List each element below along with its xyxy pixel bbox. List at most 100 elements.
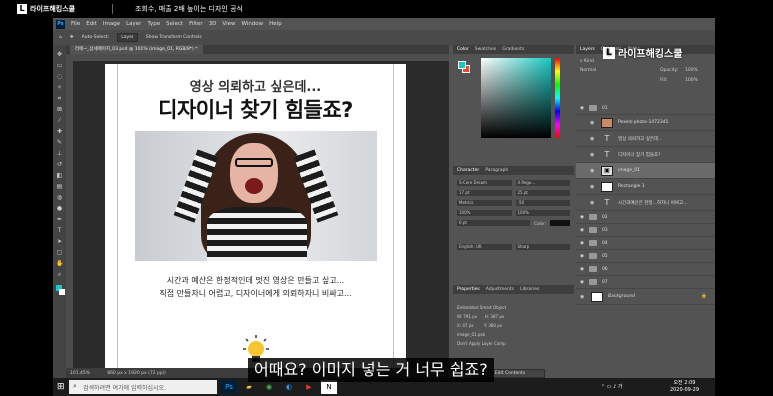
visibility-eye-icon[interactable]: ◉: [580, 228, 584, 233]
tab-libraries[interactable]: Libraries: [520, 287, 539, 292]
document-canvas[interactable]: 영상 의뢰하고 싶은데... 디자이너 찾기 힘들죠? 시간과 예산은 한정적인…: [105, 64, 406, 368]
visibility-eye-icon[interactable]: ◉: [590, 152, 596, 158]
opacity-field[interactable]: 100%: [685, 68, 698, 73]
menu-3d[interactable]: 3D: [209, 21, 217, 27]
tracking-field[interactable]: -50: [515, 200, 570, 206]
zoom-level[interactable]: 101.45%: [70, 371, 90, 376]
hue-slider[interactable]: [555, 58, 560, 138]
eraser-tool-icon[interactable]: ◧: [56, 172, 63, 179]
type-tool-icon[interactable]: T: [56, 227, 63, 234]
brush-tool-icon[interactable]: ✎: [56, 139, 63, 146]
stamp-tool-icon[interactable]: ⊥: [56, 150, 63, 157]
lasso-tool-icon[interactable]: ◌: [56, 73, 63, 80]
taskbar-clock[interactable]: 오전 2:09 2020-09-29: [670, 380, 699, 394]
layer-item[interactable]: ◉ Rectangle 1: [576, 179, 715, 195]
tab-paragraph[interactable]: Paragraph: [485, 168, 508, 173]
visibility-eye-icon[interactable]: ◉: [580, 294, 586, 300]
home-icon[interactable]: ⌂: [59, 35, 62, 40]
healing-tool-icon[interactable]: ✚: [56, 128, 63, 135]
transform-controls-checkbox[interactable]: Show Transform Controls: [146, 35, 202, 40]
layer-item[interactable]: ◉ T 디자이너 찾기 힘들죠?: [576, 147, 715, 163]
layer-item[interactable]: ◉ Pexels-photo-1472345: [576, 115, 715, 131]
layer-item[interactable]: ◉ T 시간과예산은 한정...하자니 비싸고...: [576, 195, 715, 211]
menu-type[interactable]: Type: [147, 21, 160, 27]
tab-color[interactable]: Color: [457, 47, 469, 52]
taskbar-explorer-icon[interactable]: ▰: [241, 380, 257, 394]
tab-swatches[interactable]: Swatches: [475, 47, 497, 52]
horizontal-scale-field[interactable]: 100%: [515, 210, 570, 216]
visibility-eye-icon[interactable]: ◉: [580, 267, 584, 272]
gradient-tool-icon[interactable]: ▤: [56, 183, 63, 190]
filter-kind[interactable]: Kind: [584, 59, 594, 64]
layers-filter[interactable]: ⌕ Kind: [580, 58, 594, 64]
tray-icons[interactable]: ⌃ ▭ ♪ 가: [601, 383, 622, 390]
layer-group[interactable]: ◉ 05: [576, 250, 715, 263]
blur-tool-icon[interactable]: ◍: [56, 194, 63, 201]
crop-tool-icon[interactable]: ⌗: [56, 95, 63, 102]
visibility-eye-icon[interactable]: ◉: [580, 106, 584, 111]
taskbar-chrome-icon[interactable]: ◉: [261, 380, 277, 394]
background-layer[interactable]: ◉ Background 🔒: [576, 289, 715, 305]
taskbar-notion-icon[interactable]: N: [321, 380, 337, 394]
tab-adjustments[interactable]: Adjustments: [486, 287, 514, 292]
prop-y[interactable]: Y: 380 px: [484, 323, 502, 328]
leading-field[interactable]: 25 pt: [515, 190, 570, 196]
visibility-eye-icon[interactable]: ◉: [590, 168, 596, 174]
layer-item-selected[interactable]: ◉ ▣ image_01: [576, 163, 715, 179]
magic-wand-tool-icon[interactable]: ✧: [56, 84, 63, 91]
document-tab[interactable]: 라에~_상세페이지_03.psd @ 101% (image_01, RGB/8…: [70, 45, 203, 54]
menu-filter[interactable]: Filter: [189, 21, 203, 27]
menu-image[interactable]: Image: [103, 21, 120, 27]
menu-view[interactable]: View: [222, 21, 235, 27]
move-tool-icon[interactable]: ✥: [70, 35, 74, 40]
menu-help[interactable]: Help: [269, 21, 282, 27]
visibility-eye-icon[interactable]: ◉: [590, 120, 596, 126]
pen-tool-icon[interactable]: ✒: [56, 216, 63, 223]
auto-select-label[interactable]: Auto-Select:: [82, 35, 110, 40]
tab-gradients[interactable]: Gradients: [502, 47, 524, 52]
visibility-eye-icon[interactable]: ◉: [590, 184, 596, 190]
tab-properties[interactable]: Properties: [457, 287, 480, 292]
taskbar-edge-icon[interactable]: ◐: [281, 380, 297, 394]
layer-group[interactable]: ◉ 02: [576, 211, 715, 224]
marquee-tool-icon[interactable]: ▭: [56, 62, 63, 69]
layer-group[interactable]: ◉ 04: [576, 237, 715, 250]
prop-layer-comp[interactable]: Don't Apply Layer Comp: [457, 339, 570, 348]
color-picker-field[interactable]: [481, 58, 551, 138]
menu-file[interactable]: File: [71, 21, 80, 27]
menu-edit[interactable]: Edit: [86, 21, 97, 27]
taskbar-photoshop-icon[interactable]: Ps: [221, 380, 237, 394]
menu-select[interactable]: Select: [166, 21, 183, 27]
prop-x[interactable]: X: 47 px: [457, 323, 474, 328]
visibility-eye-icon[interactable]: ◉: [580, 280, 584, 285]
frame-tool-icon[interactable]: ⊠: [56, 106, 63, 113]
antialias-dropdown[interactable]: Sharp: [515, 244, 570, 250]
path-select-tool-icon[interactable]: ➤: [56, 238, 63, 245]
auto-select-dropdown[interactable]: Layer: [117, 33, 138, 42]
visibility-eye-icon[interactable]: ◉: [590, 200, 596, 206]
taskbar-search-box[interactable]: ⌕ 검색하려면 여기에 입력하십시오.: [69, 380, 217, 394]
layer-item[interactable]: ◉ T 영상 의뢰하고 싶은데...: [576, 131, 715, 147]
prop-height[interactable]: H: 387 px: [485, 314, 504, 319]
blend-mode-dropdown[interactable]: Normal: [580, 68, 596, 73]
move-tool-icon[interactable]: ✥: [56, 51, 63, 58]
eyedropper-tool-icon[interactable]: ⁄: [56, 117, 63, 124]
layer-group[interactable]: ◉ 06: [576, 263, 715, 276]
kerning-field[interactable]: Metrics: [457, 200, 512, 206]
visibility-eye-icon[interactable]: ◉: [590, 136, 596, 142]
screaming-woman-photo[interactable]: [135, 131, 377, 261]
hand-tool-icon[interactable]: ✋: [56, 260, 63, 267]
menu-layer[interactable]: Layer: [126, 21, 141, 27]
tab-character[interactable]: Character: [457, 168, 479, 173]
visibility-eye-icon[interactable]: ◉: [580, 241, 584, 246]
zoom-tool-icon[interactable]: ⌕: [56, 271, 63, 278]
font-size-field[interactable]: 17 pt: [457, 190, 512, 196]
vertical-scale-field[interactable]: 100%: [457, 210, 512, 216]
layer-group[interactable]: ◉ 03: [576, 224, 715, 237]
shape-tool-icon[interactable]: ▢: [56, 249, 63, 256]
font-family-dropdown[interactable]: S-Core Dream: [457, 180, 512, 186]
text-color-swatch[interactable]: [550, 220, 570, 226]
background-color-swatch[interactable]: [59, 289, 65, 295]
tab-layers[interactable]: Layers: [580, 47, 595, 52]
taskbar-media-icon[interactable]: ▶: [301, 380, 317, 394]
